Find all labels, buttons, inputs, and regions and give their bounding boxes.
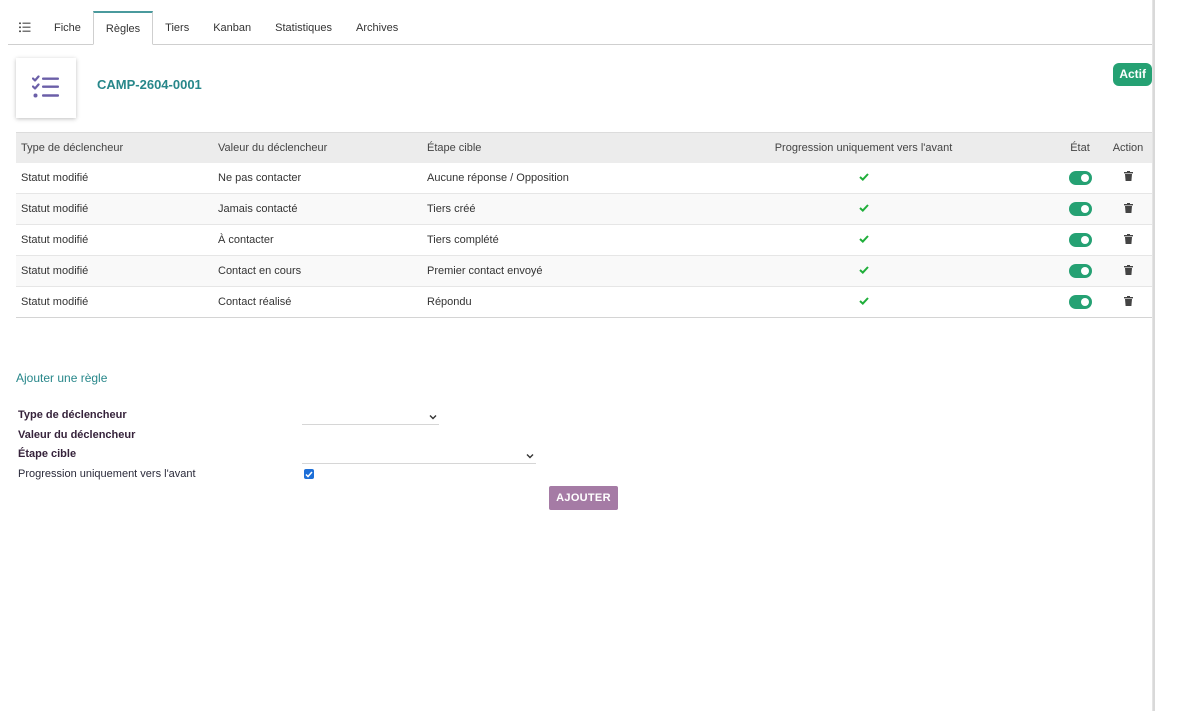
cell-value: Contact réalisé (213, 286, 422, 318)
list-check-icon (31, 74, 60, 102)
table-row: Statut modifié À contacter Tiers complét… (16, 224, 1152, 256)
tab-kanban[interactable]: Kanban (201, 11, 263, 44)
enabled-toggle[interactable] (1068, 170, 1092, 185)
tab-label: Archives (356, 21, 399, 34)
tab-label: Statistiques (275, 21, 333, 34)
trigger-type-select[interactable] (302, 407, 439, 425)
cell-type: Statut modifié (16, 255, 213, 287)
tab-archives[interactable]: Archives (344, 11, 410, 44)
col-action: Action (1112, 141, 1144, 154)
cell-action (1104, 286, 1152, 318)
cell-target: Aucune réponse / Opposition (422, 162, 636, 194)
table-row: Statut modifié Contact en cours Premier … (16, 255, 1152, 287)
campaign-ref: CAMP-2604-0001 (97, 77, 202, 92)
cell-action (1104, 224, 1152, 256)
forward-only-checkbox[interactable] (304, 469, 314, 479)
cell-forward (636, 286, 1056, 318)
cell-type: Statut modifié (16, 224, 213, 256)
trash-icon[interactable] (1123, 202, 1133, 213)
table-row: Statut modifié Jamais contacté Tiers cré… (16, 193, 1152, 225)
check-icon (305, 471, 313, 478)
col-forward[interactable]: Progression uniquement vers l'avant (636, 133, 1056, 163)
cell-state (1056, 193, 1104, 225)
trash-icon[interactable] (1123, 233, 1133, 244)
table-header-row: Type de déclencheur Valeur du déclencheu… (16, 132, 1152, 163)
scrollbar-rail (1153, 0, 1155, 711)
campaign-logo (16, 58, 76, 118)
cell-target: Premier contact envoyé (422, 255, 636, 287)
trash-icon[interactable] (1123, 295, 1133, 306)
vertical-scrollbar[interactable] (1152, 0, 1176, 711)
forward-only-label: Progression uniquement vers l'avant (18, 468, 196, 480)
col-state[interactable]: État (1056, 133, 1104, 163)
trigger-type-label: Type de déclencheur (18, 409, 127, 421)
enabled-toggle[interactable] (1068, 202, 1092, 216)
cell-action (1104, 162, 1152, 194)
col-type[interactable]: Type de déclencheur (16, 133, 213, 163)
cell-value: Contact en cours (213, 255, 422, 287)
table-row: Statut modifié Ne pas contacter Aucune r… (16, 162, 1152, 194)
enabled-toggle[interactable] (1068, 295, 1092, 309)
cell-value: Ne pas contacter (213, 162, 422, 194)
page: Fiche Règles Tiers Kanban Statistiques A… (0, 0, 1176, 711)
tab-label: Règles (105, 22, 141, 35)
check-icon (858, 173, 869, 181)
tab-tiers[interactable]: Tiers (153, 11, 201, 44)
enabled-toggle[interactable] (1068, 264, 1092, 278)
cell-forward (636, 255, 1056, 287)
cell-action (1104, 193, 1152, 225)
cell-forward (636, 224, 1056, 256)
cell-value: À contacter (213, 224, 422, 256)
cell-target: Tiers complété (422, 224, 636, 256)
tab-fiche[interactable]: Fiche (42, 11, 93, 44)
cell-forward (636, 193, 1056, 225)
tab-statistiques[interactable]: Statistiques (263, 11, 344, 44)
enabled-toggle[interactable] (1068, 233, 1092, 247)
check-icon (858, 266, 869, 275)
trash-icon[interactable] (1123, 264, 1133, 275)
chevron-down-icon (526, 448, 534, 462)
cell-state (1056, 286, 1104, 318)
cell-state (1056, 255, 1104, 287)
table-row: Statut modifié Contact réalisé Répondu (16, 286, 1152, 318)
trigger-value-label: Valeur du déclencheur (18, 429, 136, 441)
check-icon (858, 204, 869, 213)
cell-forward (636, 162, 1056, 194)
cell-target: Tiers créé (422, 193, 636, 225)
tab-bar: Fiche Règles Tiers Kanban Statistiques A… (8, 11, 1152, 45)
tab-label: Fiche (54, 21, 81, 34)
cell-type: Statut modifié (16, 286, 213, 318)
tab-regles[interactable]: Règles (92, 11, 154, 45)
col-target[interactable]: Étape cible (422, 133, 636, 163)
rules-table: Type de déclencheur Valeur du déclencheu… (16, 132, 1152, 318)
cell-target: Répondu (422, 286, 636, 318)
status-badge: Actif (1113, 63, 1152, 86)
cell-state (1056, 224, 1104, 256)
cell-type: Statut modifié (16, 193, 213, 225)
target-step-label: Étape cible (18, 448, 77, 460)
check-icon (858, 297, 869, 306)
target-step-select[interactable] (302, 446, 536, 464)
chevron-down-icon (429, 409, 437, 423)
check-icon (858, 235, 869, 244)
cell-type: Statut modifié (16, 162, 213, 194)
add-rule-title: Ajouter une règle (16, 371, 108, 385)
list-menu-icon[interactable] (8, 11, 42, 44)
cell-action (1104, 255, 1152, 287)
col-value[interactable]: Valeur du déclencheur (213, 133, 422, 163)
tab-label: Kanban (213, 21, 252, 34)
add-button[interactable]: AJOUTER (549, 486, 618, 510)
cell-value: Jamais contacté (213, 193, 422, 225)
cell-state (1056, 162, 1104, 194)
tab-label: Tiers (165, 21, 190, 34)
trash-icon[interactable] (1123, 171, 1133, 182)
